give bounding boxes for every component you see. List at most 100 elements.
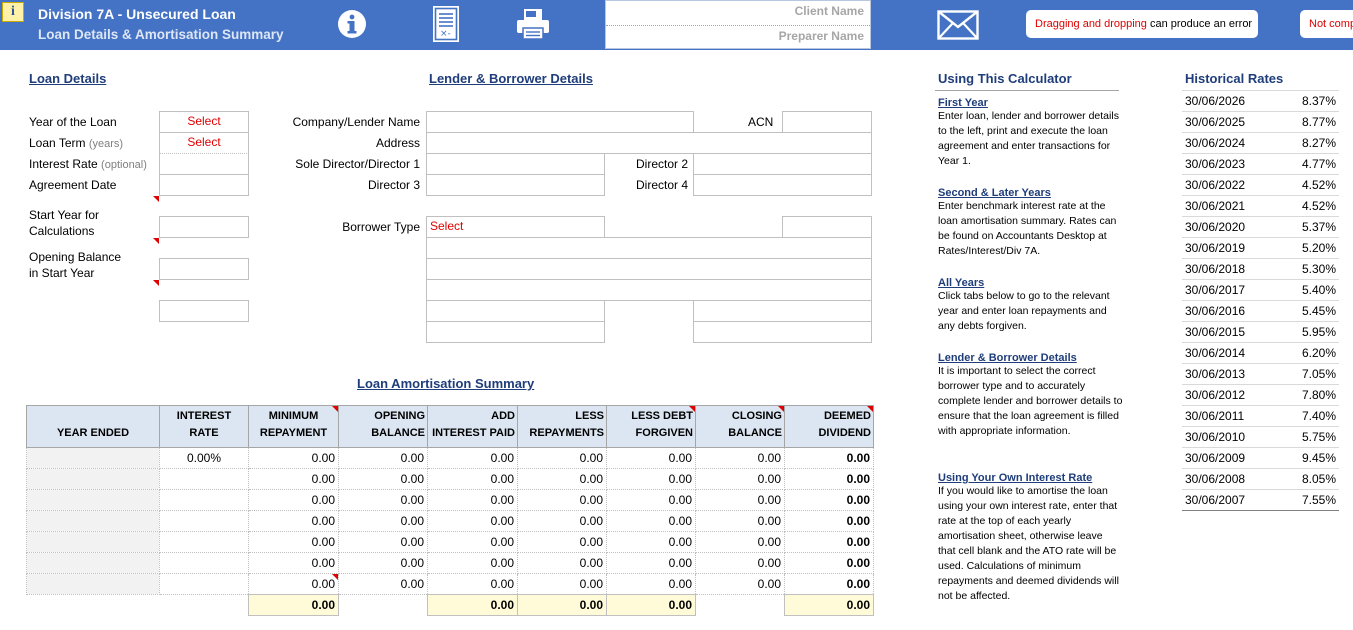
amortisation-header-text: ADD: [491, 410, 515, 422]
acn-input[interactable]: [782, 111, 872, 133]
borrower-extra-input[interactable]: [782, 216, 872, 238]
historical-rate-row: 30/06/2014 6.20%: [1182, 342, 1339, 364]
interest-rate-cell[interactable]: [159, 531, 249, 553]
preparer-name-field[interactable]: Preparer Name: [779, 29, 864, 43]
interest-rate-cell[interactable]: 0.00%: [159, 447, 249, 469]
amortisation-value-cell: 0.00: [606, 552, 696, 574]
amortisation-value-cell: 0.00: [248, 510, 339, 532]
table-row: 0.00 0.00 0.00 0.00 0.00 0.00 0.00: [26, 552, 874, 574]
historical-rate-value: 8.77%: [1279, 111, 1339, 133]
historical-rate-date: 30/06/2018: [1182, 258, 1280, 280]
client-name-field[interactable]: Client Name: [795, 4, 864, 18]
amortisation-header-cell: OPENING BALANCE: [338, 405, 428, 448]
amortisation-header-text: REPAYMENTS: [529, 427, 604, 439]
amortisation-value-cell: 0.00: [784, 447, 874, 469]
amortisation-value-cell: 0.00: [338, 468, 428, 490]
historical-rate-value: 4.52%: [1279, 174, 1339, 196]
historical-rate-value: 8.05%: [1279, 468, 1339, 490]
amortisation-value-cell: 0.00: [338, 447, 428, 469]
printer-icon[interactable]: [515, 8, 551, 40]
historical-rate-value: 7.55%: [1279, 489, 1339, 511]
calculator-sheet-icon[interactable]: ×-: [431, 5, 461, 43]
loan-term-select[interactable]: Select: [159, 132, 249, 154]
start-year-input[interactable]: [159, 216, 249, 238]
amortisation-value-cell: 0.00: [248, 531, 339, 553]
email-icon[interactable]: [937, 10, 979, 40]
historical-rate-date: 30/06/2017: [1182, 279, 1280, 301]
agreement-date-input[interactable]: [159, 174, 249, 196]
interest-rate-cell[interactable]: [159, 573, 249, 595]
amortisation-header-text: BALANCE: [371, 427, 425, 439]
historical-rate-value: 5.45%: [1279, 300, 1339, 322]
comment-indicator-icon: [332, 406, 338, 412]
historical-rate-date: 30/06/2020: [1182, 216, 1280, 238]
borrower-name-input[interactable]: [426, 237, 872, 259]
company-name-input[interactable]: [426, 111, 694, 133]
year-ended-cell: [26, 489, 160, 511]
amortisation-header-text: BALANCE: [728, 427, 782, 439]
historical-rate-date: 30/06/2021: [1182, 195, 1280, 217]
total-forgiven-cell: 0.00: [606, 594, 696, 616]
opening-balance-input[interactable]: [159, 258, 249, 280]
amortisation-header-row: YEAR ENDED INTEREST RATE MINIMUM REPAYMENT OP…: [26, 405, 874, 448]
historical-rate-row: 30/06/2017 5.40%: [1182, 279, 1339, 301]
borrower-type-select[interactable]: Select: [426, 216, 605, 238]
director2-label: Director 2: [635, 157, 688, 171]
historical-rate-date: 30/06/2023: [1182, 153, 1280, 175]
borrower-address-input[interactable]: [426, 258, 872, 280]
amortisation-summary-title: Loan Amortisation Summary: [357, 376, 535, 391]
info-badge-icon[interactable]: i: [2, 2, 24, 22]
historical-rate-row: 30/06/2016 5.45%: [1182, 300, 1339, 322]
using-section-heading: All Years: [938, 277, 985, 289]
amortisation-value-cell: 0.00: [784, 573, 874, 595]
year-of-loan-select[interactable]: Select: [159, 111, 249, 133]
borrower-field-a[interactable]: [426, 300, 605, 322]
using-section-text: If you would like to amortise the loan u…: [938, 485, 1119, 602]
info-icon[interactable]: [336, 8, 368, 40]
interest-rate-cell[interactable]: [159, 489, 249, 511]
amortisation-value-cell: 0.00: [427, 573, 518, 595]
using-section: Using Your Own Interest Rate If you would…: [938, 472, 1123, 604]
extra-input[interactable]: [159, 300, 249, 322]
loan-details-title: Loan Details: [29, 71, 107, 86]
amortisation-header-text: MINIMUM: [268, 410, 319, 422]
borrower-address2-input[interactable]: [426, 279, 872, 301]
borrower-field-b[interactable]: [693, 300, 872, 322]
address-input[interactable]: [426, 132, 872, 154]
total-empty-cell: [695, 594, 785, 616]
amortisation-header-text: OPENING: [374, 410, 425, 422]
amortisation-value-cell: 0.00: [606, 489, 696, 511]
using-section-heading: Using Your Own Interest Rate: [938, 472, 1093, 484]
historical-rate-date: 30/06/2016: [1182, 300, 1280, 322]
interest-rate-input[interactable]: [159, 153, 249, 175]
year-ended-cell: [26, 552, 160, 574]
historical-rate-date: 30/06/2012: [1182, 384, 1280, 406]
historical-rates-title: Historical Rates: [1185, 71, 1284, 86]
director1-input[interactable]: [426, 153, 605, 175]
historical-rate-row: 30/06/2009 9.45%: [1182, 447, 1339, 469]
interest-rate-cell[interactable]: [159, 552, 249, 574]
director4-input[interactable]: [693, 174, 872, 196]
amortisation-table: YEAR ENDED INTEREST RATE MINIMUM REPAYMENT OP…: [26, 405, 874, 616]
director3-input[interactable]: [426, 174, 605, 196]
amortisation-value-cell: 0.00: [695, 552, 785, 574]
svg-text:×-: ×-: [440, 29, 451, 39]
borrower-field-d[interactable]: [693, 321, 872, 343]
historical-rate-row: 30/06/2026 8.37%: [1182, 90, 1339, 112]
amortisation-value-cell: 0.00: [606, 573, 696, 595]
amortisation-value-cell: 0.00: [517, 489, 607, 511]
amortisation-value-cell: 0.00: [784, 531, 874, 553]
historical-rate-value: 5.37%: [1279, 216, 1339, 238]
historical-rate-row: 30/06/2013 7.05%: [1182, 363, 1339, 385]
director2-input[interactable]: [693, 153, 872, 175]
interest-rate-cell[interactable]: [159, 468, 249, 490]
amortisation-value-cell: 0.00: [338, 531, 428, 553]
amortisation-header-text: LESS: [575, 410, 604, 422]
amortisation-value-cell: 0.00: [248, 447, 339, 469]
amortisation-value-cell: 0.00: [695, 573, 785, 595]
total-min-repayment-cell: 0.00: [248, 594, 339, 616]
borrower-type-label: Borrower Type: [342, 220, 420, 234]
borrower-field-c[interactable]: [426, 321, 605, 343]
amortisation-value-cell: 0.00: [517, 510, 607, 532]
interest-rate-cell[interactable]: [159, 510, 249, 532]
